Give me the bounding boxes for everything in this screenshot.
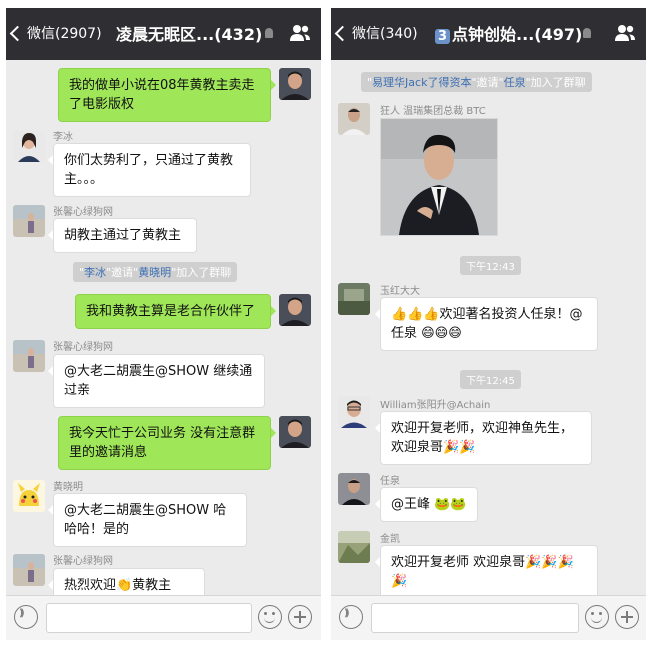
- message-bubble[interactable]: @王峰 🐸🐸: [375, 487, 478, 522]
- group-members-icon[interactable]: [614, 24, 636, 42]
- avatar[interactable]: [13, 480, 45, 512]
- message-bubble[interactable]: 我今天忙于公司业务 没有注意群里的邀请消息: [58, 416, 276, 470]
- system-invite-message: "易理华Jack了得资本"邀请"任泉"加入了群聊: [361, 72, 592, 92]
- sender-name: 任泉: [380, 476, 400, 487]
- message-bubble[interactable]: 我和黄教主算是老合作伙伴了: [75, 294, 276, 329]
- chat-title: 3 点钟创始...(497): [435, 21, 582, 45]
- sender-name: 狂人 温瑞集团总裁 BTC: [380, 106, 486, 117]
- emoji-icon[interactable]: [585, 605, 609, 629]
- system-text: "邀请": [471, 76, 504, 89]
- mention-user[interactable]: 易理华Jack了得资本: [372, 76, 471, 89]
- timestamp: 下午12:43: [460, 256, 521, 275]
- mention-user[interactable]: 任泉: [504, 76, 526, 89]
- mute-bell-icon: [265, 28, 273, 38]
- message-bubble[interactable]: @大老二胡震生@SHOW 哈哈哈！是的: [48, 493, 247, 547]
- avatar[interactable]: [13, 205, 45, 237]
- avatar[interactable]: [13, 554, 45, 586]
- group-badge: 3: [435, 29, 451, 44]
- mute-bell-icon: [583, 28, 591, 38]
- sender-name: 黄晓明: [53, 482, 83, 493]
- input-bar: [331, 595, 646, 640]
- chat-title-text: 点钟创始...(497): [452, 25, 583, 44]
- mention-user[interactable]: 黄晓明: [138, 266, 171, 279]
- right-chat-screen: 微信(340) 3 点钟创始...(497) "易理华Jack了得资本"邀请"任泉…: [331, 8, 646, 640]
- avatar[interactable]: [338, 396, 370, 428]
- plus-icon[interactable]: [288, 605, 312, 629]
- message-bubble[interactable]: 胡教主通过了黄教主: [48, 218, 197, 253]
- sender-name: 张馨心绿狗网: [53, 556, 113, 567]
- message-bubble[interactable]: 👍👍👍欢迎著名投资人任泉！@任泉 😄😄😄: [375, 297, 598, 351]
- chevron-left-icon: [334, 25, 351, 42]
- message-input[interactable]: [46, 603, 252, 633]
- back-button[interactable]: 微信(340): [334, 23, 418, 43]
- back-button[interactable]: 微信(2907): [9, 23, 102, 43]
- sender-name: 张馨心绿狗网: [53, 207, 113, 218]
- sender-name: 玉红大大: [380, 286, 420, 297]
- sender-name: 李冰: [53, 132, 73, 143]
- avatar[interactable]: [338, 473, 370, 505]
- system-text: "加入了群聊: [525, 76, 586, 89]
- sender-name: William张阳升@Achain: [380, 400, 491, 411]
- chevron-left-icon: [9, 25, 26, 42]
- screen-divider: [322, 0, 330, 647]
- message-bubble[interactable]: 欢迎开复老师，欢迎神鱼先生，欢迎泉哥🎉🎉: [375, 411, 592, 465]
- nav-bar: 微信(2907) 凌晨无眠区...(432): [6, 8, 321, 60]
- avatar[interactable]: [279, 294, 311, 326]
- avatar[interactable]: [279, 416, 311, 448]
- avatar[interactable]: [338, 103, 370, 135]
- message-bubble[interactable]: 我的做单小说在08年黄教主卖走了电影版权: [58, 68, 276, 122]
- emoji-icon[interactable]: [258, 605, 282, 629]
- left-chat-screen: 微信(2907) 凌晨无眠区...(432) 我的做单小说在08年黄教主卖走了电…: [6, 8, 321, 640]
- message-bubble[interactable]: 你们太势利了，只通过了黄教主。。。: [48, 143, 251, 197]
- message-bubble[interactable]: 欢迎开复老师 欢迎泉哥🎉🎉🎉🎉: [375, 545, 598, 599]
- plus-icon[interactable]: [615, 605, 639, 629]
- photo-message[interactable]: [380, 118, 498, 236]
- voice-icon[interactable]: [339, 605, 363, 629]
- nav-bar: 微信(340) 3 点钟创始...(497): [331, 8, 646, 60]
- voice-icon[interactable]: [14, 605, 38, 629]
- message-bubble[interactable]: @大老二胡震生@SHOW 继续通过亲: [48, 354, 265, 408]
- avatar[interactable]: [338, 531, 370, 563]
- group-members-icon[interactable]: [289, 24, 311, 42]
- avatar[interactable]: [13, 340, 45, 372]
- mention-user[interactable]: 李冰: [84, 266, 106, 279]
- message-input[interactable]: [371, 603, 579, 633]
- input-bar: [6, 595, 321, 640]
- sender-name: 张馨心绿狗网: [53, 342, 113, 353]
- timestamp: 下午12:45: [460, 370, 521, 389]
- sender-name: 金凯: [380, 534, 400, 545]
- system-invite-message: "李冰"邀请"黄晓明"加入了群聊: [73, 262, 238, 282]
- avatar[interactable]: [279, 68, 311, 100]
- back-label: 微信(340): [352, 26, 418, 42]
- system-text: "邀请": [106, 266, 139, 279]
- back-label: 微信(2907): [27, 26, 102, 42]
- system-text: "加入了群聊: [171, 266, 232, 279]
- avatar[interactable]: [338, 283, 370, 315]
- avatar[interactable]: [13, 130, 45, 162]
- chat-title: 凌晨无眠区...(432): [116, 25, 263, 44]
